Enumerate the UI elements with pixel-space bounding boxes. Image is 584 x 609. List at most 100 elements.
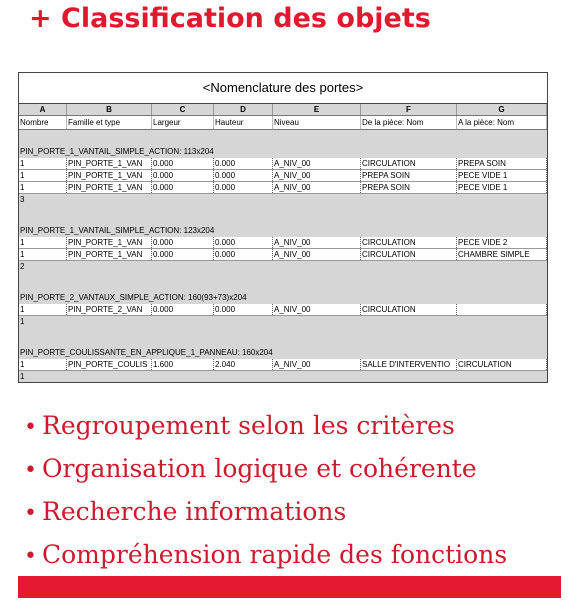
bullet-item: • Organisation logique et cohérente — [24, 447, 507, 490]
table-cell: PREPA SOIN — [361, 182, 457, 193]
table-cell: PIN_PORTE_2_VAN — [67, 304, 152, 315]
table-cell: CIRCULATION — [457, 359, 547, 370]
table-cell: 1 — [19, 249, 67, 260]
table-cell: 1 — [19, 359, 67, 370]
bullet-dot-icon: • — [24, 415, 37, 440]
table-cell: A_NIV_00 — [273, 249, 361, 260]
table-row: 1 PIN_PORTE_1_VAN 0.000 0.000 A_NIV_00 CIRCUL… — [19, 158, 547, 170]
table-row: 1 PIN_PORTE_1_VAN 0.000 0.000 A_NIV_00 PREPA … — [19, 182, 547, 194]
table-cell: PIN_PORTE_1_VAN — [67, 237, 152, 248]
table-cell: A_NIV_00 — [273, 237, 361, 248]
door-schedule-table: <Nomenclature des portes> A B C D E F G … — [18, 72, 548, 383]
table-cell: PIN_PORTE_COULIS — [67, 359, 152, 370]
slide-title: + Classification des objets — [29, 3, 431, 34]
table-cell: 0.000 — [214, 158, 273, 169]
bullet-text: Regroupement selon les critères — [42, 411, 455, 440]
table-cell: 0.000 — [214, 249, 273, 260]
schedule-title: <Nomenclature des portes> — [19, 73, 547, 104]
bullet-list: • Regroupement selon les critères • Organi… — [24, 404, 507, 576]
table-cell: 1 — [19, 170, 67, 181]
column-header: Nombre — [19, 116, 67, 129]
table-cell: A_NIV_00 — [273, 304, 361, 315]
column-headers: Nombre Famille et type Largeur Hauteur N… — [19, 116, 547, 130]
group-count: 1 — [20, 317, 25, 326]
table-row: 1 PIN_PORTE_COULIS 1.600 2.040 A_NIV_00 SALLE… — [19, 359, 547, 371]
schedule-group: PIN_PORTE_1_VANTAIL_SIMPLE_ACTION: 123x2… — [19, 225, 547, 272]
group-count: 2 — [20, 262, 25, 271]
column-letter: E — [273, 104, 361, 115]
table-cell: 0.000 — [214, 182, 273, 193]
group-header: PIN_PORTE_1_VANTAIL_SIMPLE_ACTION: 113x2… — [20, 147, 214, 156]
group-header: PIN_PORTE_2_VANTAUX_SIMPLE_ACTION: 160(9… — [20, 293, 247, 302]
table-cell: A_NIV_00 — [273, 158, 361, 169]
table-cell: 0.000 — [152, 182, 214, 193]
schedule-group: PIN_PORTE_2_VANTAUX_SIMPLE_ACTION: 160(9… — [19, 292, 547, 327]
column-letter: C — [152, 104, 214, 115]
column-letter: A — [19, 104, 67, 115]
table-cell: SALLE D'INTERVENTIO — [361, 359, 457, 370]
table-cell: PIN_PORTE_1_VAN — [67, 170, 152, 181]
column-header: De la pièce: Nom — [361, 116, 457, 129]
column-letter: G — [457, 104, 547, 115]
table-cell: 0.000 — [214, 170, 273, 181]
table-cell: 0.000 — [152, 158, 214, 169]
table-cell: 0.000 — [152, 237, 214, 248]
table-cell: A_NIV_00 — [273, 170, 361, 181]
table-cell: A_NIV_00 — [273, 182, 361, 193]
table-cell: 0.000 — [152, 249, 214, 260]
table-cell: 0.000 — [214, 304, 273, 315]
table-row: 1 PIN_PORTE_2_VAN 0.000 0.000 A_NIV_00 CIRCUL… — [19, 304, 547, 316]
table-cell: A_NIV_00 — [273, 359, 361, 370]
table-cell: PECE VIDE 1 — [457, 170, 547, 181]
table-cell: PIN_PORTE_1_VAN — [67, 182, 152, 193]
table-cell: 1 — [19, 237, 67, 248]
footer-red-bar — [18, 576, 561, 598]
table-cell: PIN_PORTE_1_VAN — [67, 249, 152, 260]
bullet-item: • Compréhension rapide des fonctions — [24, 533, 507, 576]
table-cell: CHAMBRE SIMPLE — [457, 249, 547, 260]
table-cell: 0.000 — [152, 304, 214, 315]
bullet-text: Organisation logique et cohérente — [42, 454, 477, 483]
table-cell — [457, 304, 547, 315]
table-cell: CIRCULATION — [361, 237, 457, 248]
column-letter: F — [361, 104, 457, 115]
table-cell: 1 — [19, 158, 67, 169]
group-header: PIN_PORTE_1_VANTAIL_SIMPLE_ACTION: 123x2… — [20, 226, 215, 235]
group-header: PIN_PORTE_COULISSANTE_EN_APPLIQUE_1_PANN… — [20, 348, 273, 357]
bullet-dot-icon: • — [24, 544, 37, 569]
table-cell: 0.000 — [152, 170, 214, 181]
table-cell: 1.600 — [152, 359, 214, 370]
table-cell: PECE VIDE 1 — [457, 182, 547, 193]
column-header: A la pièce: Nom — [457, 116, 547, 129]
column-letters: A B C D E F G — [19, 104, 547, 116]
column-header: Hauteur — [214, 116, 273, 129]
table-cell: CIRCULATION — [361, 249, 457, 260]
table-cell: PIN_PORTE_1_VAN — [67, 158, 152, 169]
table-cell: PREPA SOIN — [361, 170, 457, 181]
table-row: 1 PIN_PORTE_1_VAN 0.000 0.000 A_NIV_00 PREPA … — [19, 170, 547, 182]
group-count: 1 — [20, 372, 25, 381]
column-header: Largeur — [152, 116, 214, 129]
table-cell: CIRCULATION — [361, 158, 457, 169]
group-count: 3 — [20, 195, 25, 204]
schedule-group: PIN_PORTE_1_VANTAIL_SIMPLE_ACTION: 113x2… — [19, 146, 547, 205]
bullet-text: Recherche informations — [42, 497, 347, 526]
table-cell: CIRCULATION — [361, 304, 457, 315]
table-cell: PREPA SOIN — [457, 158, 547, 169]
bullet-item: • Recherche informations — [24, 490, 507, 533]
table-cell: 2.040 — [214, 359, 273, 370]
schedule-group: PIN_PORTE_COULISSANTE_EN_APPLIQUE_1_PANN… — [19, 347, 547, 382]
bullet-dot-icon: • — [24, 458, 37, 483]
column-letter: B — [67, 104, 152, 115]
column-letter: D — [214, 104, 273, 115]
table-cell: 0.000 — [214, 237, 273, 248]
schedule-groups: PIN_PORTE_1_VANTAIL_SIMPLE_ACTION: 113x2… — [19, 146, 547, 382]
table-row: 1 PIN_PORTE_1_VAN 0.000 0.000 A_NIV_00 CIRCUL… — [19, 249, 547, 261]
table-row: 1 PIN_PORTE_1_VAN 0.000 0.000 A_NIV_00 CIRCUL… — [19, 237, 547, 249]
column-header: Niveau — [273, 116, 361, 129]
bullet-dot-icon: • — [24, 501, 37, 526]
table-cell: 1 — [19, 304, 67, 315]
bullet-text: Compréhension rapide des fonctions — [42, 540, 508, 569]
table-cell: 1 — [19, 182, 67, 193]
column-header: Famille et type — [67, 116, 152, 129]
